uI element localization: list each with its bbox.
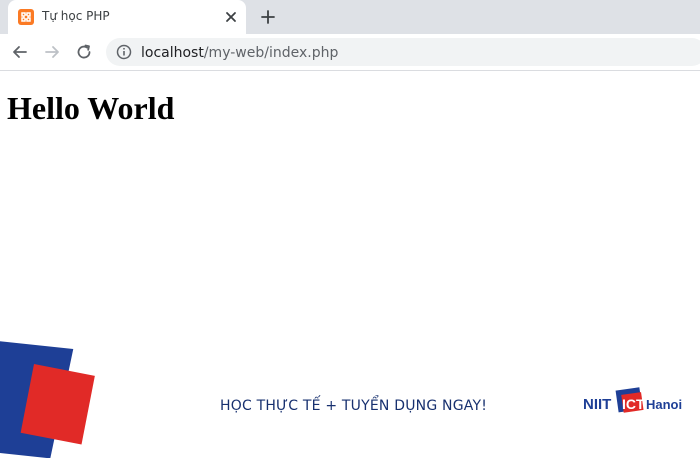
forward-arrow-icon[interactable] <box>42 42 62 62</box>
svg-text:NIIT: NIIT <box>583 396 611 413</box>
url-path: /my-web/index.php <box>203 45 339 61</box>
url-host: localhost <box>141 45 204 61</box>
url-text: localhost/my-web/index.php <box>141 45 338 61</box>
tab-title: Tự học PHP <box>42 9 110 23</box>
close-tab-icon[interactable] <box>222 8 240 26</box>
back-arrow-icon[interactable] <box>10 42 30 62</box>
browser-toolbar: localhost/my-web/index.php <box>0 34 700 71</box>
xampp-favicon-icon <box>18 9 34 25</box>
svg-text:Hanoi: Hanoi <box>646 397 682 412</box>
niit-ict-hanoi-logo: NIIT ICT Hanoi <box>582 384 686 418</box>
banner-tagline: HỌC THỰC TẾ + TUYỂN DỤNG NGAY! <box>220 398 488 414</box>
banner-red-shape <box>20 364 95 445</box>
tab-strip: Tự học PHP <box>0 0 700 34</box>
site-info-icon[interactable] <box>116 44 132 60</box>
new-tab-plus-icon[interactable] <box>258 7 278 27</box>
reload-icon[interactable] <box>74 42 94 62</box>
active-tab[interactable]: Tự học PHP <box>8 0 246 34</box>
address-bar[interactable]: localhost/my-web/index.php <box>106 38 700 66</box>
page-heading: Hello World <box>7 90 175 126</box>
svg-text:ICT: ICT <box>622 396 645 412</box>
